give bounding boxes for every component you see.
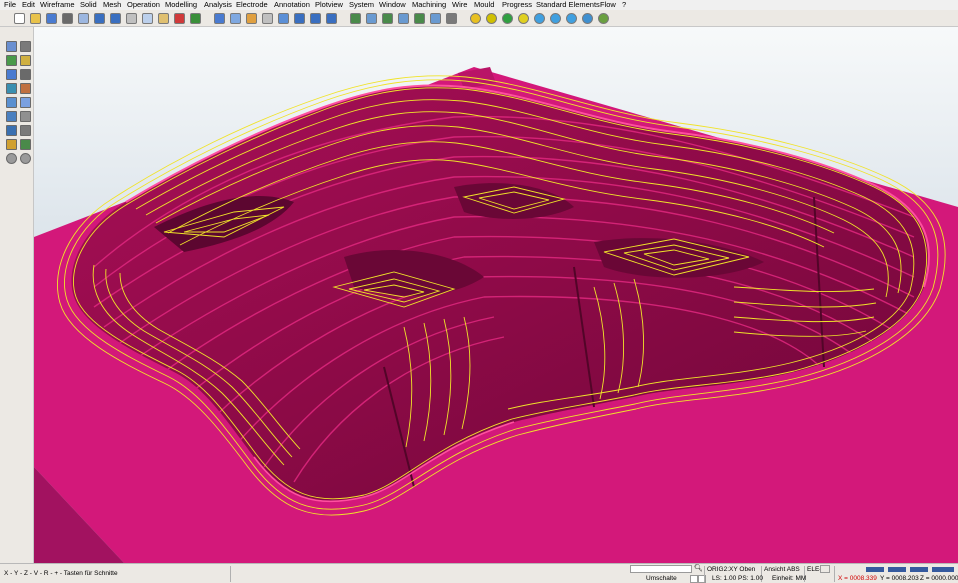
- machining-4-icon[interactable]: [398, 13, 409, 24]
- dimension-icon[interactable]: [20, 125, 31, 136]
- rectangle-icon[interactable]: [6, 55, 17, 66]
- point-icon[interactable]: [6, 41, 17, 52]
- main-toolbar: [0, 10, 958, 27]
- view-top-icon[interactable]: [294, 13, 305, 24]
- arrow-back-icon[interactable]: [6, 153, 17, 164]
- cad-viewport[interactable]: [34, 27, 958, 563]
- status-units: Einheit: MM: [772, 575, 807, 582]
- status-indicator-3: [910, 567, 928, 572]
- solid-box-icon[interactable]: [20, 97, 31, 108]
- menu-solid[interactable]: Solid: [80, 0, 97, 10]
- measure-icon[interactable]: [6, 125, 17, 136]
- fillet-icon[interactable]: [20, 69, 31, 80]
- render-sphere-icon[interactable]: [486, 13, 497, 24]
- machining-5-icon[interactable]: [414, 13, 425, 24]
- redraw-icon[interactable]: [582, 13, 593, 24]
- status-coord-x: X = 0008.339: [838, 575, 877, 582]
- cut-icon[interactable]: [126, 13, 137, 24]
- line-diagonal-icon[interactable]: [20, 41, 31, 52]
- arc-icon[interactable]: [20, 83, 31, 94]
- status-coord-y: Y = 0008.203: [880, 575, 919, 582]
- menu-window[interactable]: Window: [379, 0, 406, 10]
- umschalte-indicator-1: [690, 575, 698, 583]
- menu-system[interactable]: System: [349, 0, 374, 10]
- machining-2-icon[interactable]: [366, 13, 377, 24]
- offset-icon[interactable]: [6, 69, 17, 80]
- status-view[interactable]: Ansicht ABS: [764, 565, 800, 574]
- copy-icon[interactable]: [142, 13, 153, 24]
- surface-icon[interactable]: [6, 97, 17, 108]
- menu-file[interactable]: File: [4, 0, 16, 10]
- zoom-window-icon[interactable]: [518, 13, 529, 24]
- menu-edit[interactable]: Edit: [22, 0, 35, 10]
- command-input[interactable]: [630, 565, 692, 573]
- mirror-icon[interactable]: [20, 111, 31, 122]
- open-folder-icon[interactable]: [30, 13, 41, 24]
- machining-6-icon[interactable]: [430, 13, 441, 24]
- menu-plotview[interactable]: Plotview: [315, 0, 343, 10]
- view-iso-icon[interactable]: [326, 13, 337, 24]
- rotate-icon[interactable]: [6, 111, 17, 122]
- trim-icon[interactable]: [20, 55, 31, 66]
- menu-progress[interactable]: Progress: [502, 0, 532, 10]
- status-indicator-1: [866, 567, 884, 572]
- menu-modelling[interactable]: Modelling: [165, 0, 197, 10]
- status-line-scale: LS: 1.00 PS: 1.00: [712, 575, 763, 582]
- circle-icon[interactable]: [6, 83, 17, 94]
- delete-icon[interactable]: [174, 13, 185, 24]
- status-hint: X - Y - Z - V - R - + - Tasten für Schni…: [4, 570, 118, 577]
- rotate-view-icon[interactable]: [278, 13, 289, 24]
- menu-electrode[interactable]: Electrode: [236, 0, 268, 10]
- print-icon[interactable]: [62, 13, 73, 24]
- layer-indicator: [820, 565, 830, 573]
- redo-icon[interactable]: [110, 13, 121, 24]
- menu-flow[interactable]: Flow: [600, 0, 616, 10]
- status-origin[interactable]: ORIG2:XY Oben: [707, 565, 755, 574]
- search-icon[interactable]: 🔍︎: [694, 564, 703, 573]
- zoom-out-icon[interactable]: [566, 13, 577, 24]
- help-icon[interactable]: [190, 13, 201, 24]
- wire-1-icon[interactable]: [446, 13, 457, 24]
- left-toolbar: [0, 27, 34, 563]
- menu-machining[interactable]: Machining: [412, 0, 446, 10]
- machining-3-icon[interactable]: [382, 13, 393, 24]
- viewport-canvas: [34, 27, 958, 563]
- undo-icon[interactable]: [94, 13, 105, 24]
- status-coord-z: Z = 0000.000: [920, 575, 958, 582]
- paste-icon[interactable]: [158, 13, 169, 24]
- status-indicator-2: [888, 567, 906, 572]
- menu-operation[interactable]: Operation: [127, 0, 160, 10]
- menu-help[interactable]: ?: [622, 0, 626, 10]
- color-palette-icon[interactable]: [502, 13, 513, 24]
- blank-icon[interactable]: [262, 13, 273, 24]
- menu-standard-elements[interactable]: Standard Elements: [536, 0, 600, 10]
- menu-wire[interactable]: Wire: [452, 0, 467, 10]
- select-icon[interactable]: [214, 13, 225, 24]
- arrow-forward-icon[interactable]: [20, 153, 31, 164]
- new-file-icon[interactable]: [14, 13, 25, 24]
- boolean-icon[interactable]: [6, 139, 17, 150]
- menu-analysis[interactable]: Analysis: [204, 0, 232, 10]
- zoom-in-icon[interactable]: [550, 13, 561, 24]
- status-umschalte: Umschalte: [646, 575, 677, 582]
- view-front-icon[interactable]: [310, 13, 321, 24]
- menu-mesh[interactable]: Mesh: [103, 0, 121, 10]
- shade-box-icon[interactable]: [470, 13, 481, 24]
- save-icon[interactable]: [46, 13, 57, 24]
- cube-view-icon[interactable]: [598, 13, 609, 24]
- status-bar: X - Y - Z - V - R - + - Tasten für Schni…: [0, 563, 958, 583]
- print-preview-icon[interactable]: [78, 13, 89, 24]
- menu-wireframe[interactable]: Wireframe: [40, 0, 75, 10]
- menu-mould[interactable]: Mould: [474, 0, 494, 10]
- menu-annotation[interactable]: Annotation: [274, 0, 310, 10]
- menu-bar: File Edit Wireframe Solid Mesh Operation Model…: [0, 0, 958, 10]
- status-indicator-4: [932, 567, 954, 572]
- copy-layer-icon[interactable]: [20, 139, 31, 150]
- zoom-fit-icon[interactable]: [534, 13, 545, 24]
- machining-1-icon[interactable]: [350, 13, 361, 24]
- transform-icon[interactable]: [230, 13, 241, 24]
- layer-icon[interactable]: [246, 13, 257, 24]
